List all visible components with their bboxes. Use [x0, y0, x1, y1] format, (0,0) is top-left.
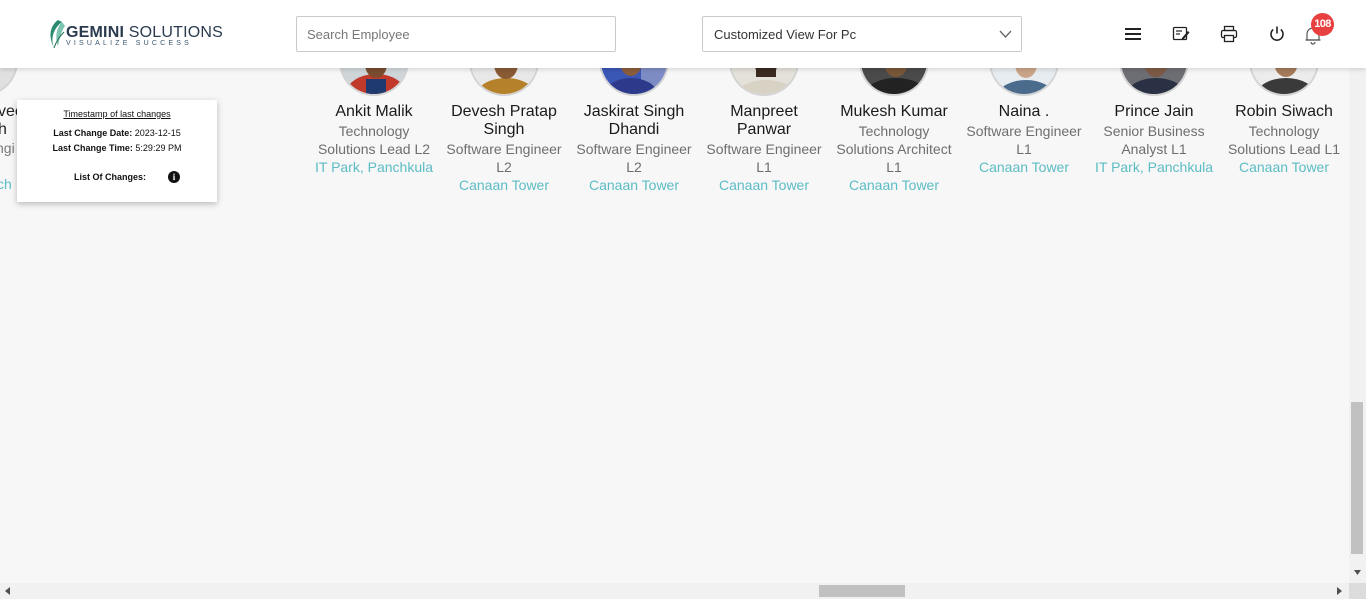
employee-name[interactable]: Mukesh Kumar [829, 103, 959, 121]
employee-location: Canaan Tower [718, 177, 810, 193]
vertical-scrollbar[interactable] [1349, 68, 1366, 583]
partial-location-fragment: ch [0, 176, 12, 192]
logo-tagline: VISUALIZE SUCCESS [66, 40, 192, 47]
employee-location: Canaan Tower [588, 177, 680, 193]
employee-name[interactable]: Prince Jain [1089, 103, 1219, 121]
employee-role: L1 [886, 159, 902, 175]
employee-role: Senior Business [1103, 123, 1205, 139]
horizontal-scroll-thumb[interactable] [819, 585, 905, 597]
employee-role: Software Engineer [706, 141, 822, 157]
vertical-scroll-thumb[interactable] [1351, 402, 1363, 554]
employee-location: Canaan Tower [1238, 159, 1330, 175]
horizontal-scrollbar[interactable] [0, 583, 1349, 599]
employee-role: Analyst L1 [1121, 141, 1187, 157]
employee-role: Technology [858, 123, 930, 139]
edit-note-icon[interactable] [1172, 25, 1190, 43]
employee-name[interactable]: Robin Siwach [1219, 103, 1349, 121]
view-dropdown[interactable]: Customized View For Pc [702, 16, 1022, 52]
scroll-right-arrow-icon[interactable] [1337, 587, 1342, 595]
employee-role: Technology [338, 123, 410, 139]
employee-name[interactable]: Jaskirat Singh [569, 103, 699, 121]
notification-badge[interactable]: 108 [1311, 13, 1334, 36]
info-icon[interactable]: i [168, 171, 180, 183]
scroll-left-arrow-icon[interactable] [5, 587, 10, 595]
search-employee-input[interactable] [296, 16, 616, 52]
employee-location: Canaan Tower [458, 177, 550, 193]
partial-role-fragment: ngi [0, 140, 15, 156]
last-change-date: Last Change Date: 2023-12-15 [53, 128, 181, 138]
employee-location: IT Park, Panchkula [314, 159, 434, 175]
employee-location: Canaan Tower [978, 159, 1070, 175]
power-icon[interactable] [1268, 25, 1286, 43]
menu-icon[interactable] [1124, 25, 1142, 43]
leaf-logo-icon [50, 20, 65, 49]
chevron-down-icon [999, 30, 1012, 38]
view-dropdown-value: Customized View For Pc [714, 27, 857, 42]
employee-role: Software Engineer [446, 141, 562, 157]
employee-name[interactable]: Devesh Pratap [439, 103, 569, 121]
employee-role: L1 [756, 159, 772, 175]
scrollbar-corner [1349, 583, 1366, 599]
employee-name[interactable]: Manpreet [699, 103, 829, 121]
employee-role: Solutions Lead L1 [1227, 141, 1341, 157]
employee-role: L2 [496, 159, 512, 175]
partial-name-fragment: h [0, 121, 7, 138]
employee-role: L2 [626, 159, 642, 175]
employee-role: Solutions Lead L2 [317, 141, 431, 157]
employee-name[interactable]: Ankit Malik [309, 103, 439, 121]
gemini-solutions-logo[interactable]: GEMINI SOLUTIONS VISUALIZE SUCCESS [46, 18, 223, 50]
top-header: GEMINI SOLUTIONS VISUALIZE SUCCESS Custo… [0, 0, 1366, 68]
employee-location: Canaan Tower [848, 177, 940, 193]
employee-role: Solutions Architect [836, 141, 952, 157]
scroll-down-arrow-icon[interactable] [1354, 570, 1361, 575]
timestamp-popup: Timestamp of last changes Last Change Da… [17, 100, 217, 202]
printer-icon[interactable] [1220, 25, 1238, 43]
employee-name[interactable]: Singh [439, 121, 569, 139]
employee-role: Software Engineer [966, 123, 1082, 139]
employee-name[interactable]: Panwar [699, 121, 829, 139]
employee-role: Technology [1248, 123, 1320, 139]
employee-location: IT Park, Panchkula [1094, 159, 1214, 175]
popup-title: Timestamp of last changes [63, 109, 171, 119]
employee-role: L1 [1016, 141, 1032, 157]
employee-name[interactable]: Dhandi [569, 121, 699, 139]
employee-role: Software Engineer [576, 141, 692, 157]
employee-name[interactable]: Naina . [959, 103, 1089, 121]
last-change-time: Last Change Time: 5:29:29 PM [52, 143, 182, 153]
list-of-changes-label: List Of Changes: [74, 172, 147, 182]
